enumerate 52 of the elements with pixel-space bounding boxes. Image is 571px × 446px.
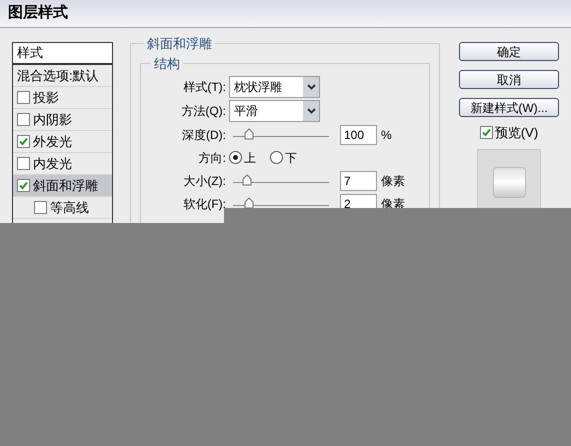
dialog-button[interactable]: 取消 xyxy=(459,70,559,89)
style-list-item[interactable]: 斜面和浮雕 xyxy=(13,175,112,197)
check-icon xyxy=(482,128,491,138)
field-label: 方向: xyxy=(198,150,227,166)
check-icon xyxy=(19,137,28,146)
checkbox[interactable] xyxy=(17,91,30,104)
unit-label: 像素 xyxy=(381,172,405,190)
panel-title: 斜面和浮雕 xyxy=(146,35,213,53)
checkbox[interactable] xyxy=(480,126,493,140)
unit-label: % xyxy=(381,126,392,144)
chevron-down-icon xyxy=(306,84,316,90)
field-label: 大小(Z): xyxy=(182,172,227,190)
dialog-button[interactable]: 新建样式(W)... xyxy=(459,98,559,117)
radio-button[interactable] xyxy=(270,151,283,164)
chevron-down-icon xyxy=(306,108,316,114)
value-field[interactable]: 100 xyxy=(340,124,377,144)
preview-label: 预览(V) xyxy=(494,124,538,142)
field-label: 方法(Q): xyxy=(180,103,227,120)
field-label: 深度(D): xyxy=(181,126,227,144)
radio-label: 下 xyxy=(285,150,297,166)
checkbox[interactable] xyxy=(17,135,30,148)
style-label: 投影 xyxy=(33,88,59,107)
checkbox[interactable] xyxy=(17,179,30,192)
slider[interactable] xyxy=(233,174,329,188)
value-field[interactable]: 7 xyxy=(340,170,377,190)
radio-button[interactable] xyxy=(229,151,242,164)
dropdown-value: 平滑 xyxy=(233,103,259,120)
style-label: 斜面和浮雕 xyxy=(33,176,98,195)
dialog-button[interactable]: 确定 xyxy=(459,42,559,61)
slider[interactable] xyxy=(233,128,329,142)
check-icon xyxy=(19,181,28,190)
window-title: 图层样式 xyxy=(8,3,68,24)
slider-thumb[interactable] xyxy=(244,128,254,140)
style-label: 内发光 xyxy=(33,154,72,173)
field-label: 样式(T): xyxy=(182,79,227,96)
checkbox[interactable] xyxy=(17,157,30,170)
field-label: 软化(F): xyxy=(182,196,227,212)
radio-label: 上 xyxy=(244,150,256,166)
styles-header: 样式 xyxy=(13,43,112,65)
checkbox[interactable] xyxy=(34,201,47,214)
style-label: 外发光 xyxy=(33,132,72,151)
dropdown[interactable]: 平滑 xyxy=(229,100,320,122)
group-title: 结构 xyxy=(153,54,181,72)
checkbox[interactable] xyxy=(17,113,30,126)
dropdown-value: 枕状浮雕 xyxy=(233,79,283,96)
slider-thumb[interactable] xyxy=(242,174,252,186)
style-label: 内阴影 xyxy=(33,110,72,129)
style-label: 等高线 xyxy=(50,198,89,217)
slider-thumb[interactable] xyxy=(244,196,254,208)
dropdown[interactable]: 枕状浮雕 xyxy=(229,76,320,98)
slider[interactable] xyxy=(233,196,329,210)
style-label: 混合选项:默认 xyxy=(17,66,99,85)
